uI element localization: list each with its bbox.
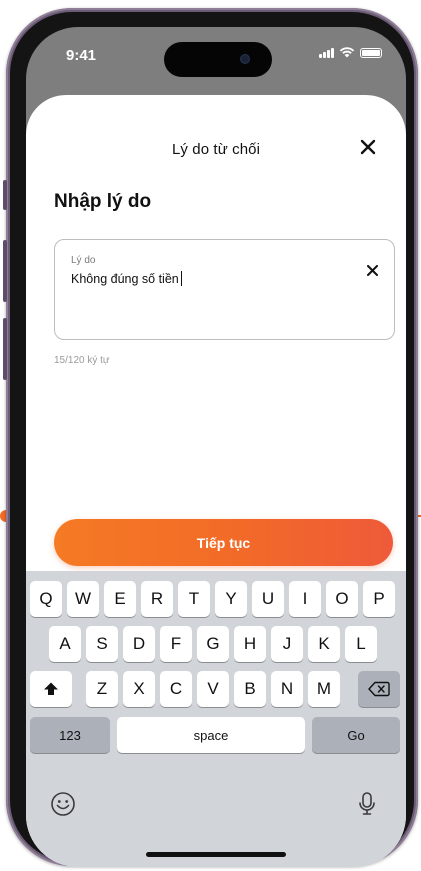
emoji-button[interactable] xyxy=(48,789,78,819)
screen: 9:41 Lý do từ chối Nhập lý do Lý do Khôn… xyxy=(26,27,406,867)
key-t[interactable]: T xyxy=(178,581,210,617)
backspace-key[interactable] xyxy=(358,671,400,707)
sheet-title: Lý do từ chối xyxy=(171,141,261,158)
key-i[interactable]: I xyxy=(289,581,321,617)
backspace-icon xyxy=(368,681,390,697)
key-b[interactable]: B xyxy=(234,671,266,707)
key-x[interactable]: X xyxy=(123,671,155,707)
home-indicator[interactable] xyxy=(146,852,286,857)
reason-input[interactable]: Lý do Không đúng số tiền xyxy=(54,239,395,340)
clear-input-button[interactable] xyxy=(364,262,380,278)
close-icon xyxy=(360,139,376,155)
reason-input-label: Lý do xyxy=(71,255,96,266)
side-button-silent xyxy=(3,180,7,210)
keyboard: Q W E R T Y U I O P A S D F G H J K L Z … xyxy=(26,571,406,867)
emoji-icon xyxy=(51,792,75,816)
key-p[interactable]: P xyxy=(363,581,395,617)
wifi-icon xyxy=(339,47,355,58)
space-key[interactable]: space xyxy=(117,717,305,753)
key-e[interactable]: E xyxy=(104,581,136,617)
side-button-volume-up xyxy=(3,240,7,302)
key-j[interactable]: J xyxy=(271,626,303,662)
key-h[interactable]: H xyxy=(234,626,266,662)
key-z[interactable]: Z xyxy=(86,671,118,707)
go-key[interactable]: Go xyxy=(312,717,400,753)
key-y[interactable]: Y xyxy=(215,581,247,617)
key-n[interactable]: N xyxy=(271,671,303,707)
shift-icon xyxy=(44,682,58,695)
character-counter: 15/120 ký tự xyxy=(54,355,110,366)
phone-frame: 9:41 Lý do từ chối Nhập lý do Lý do Khôn… xyxy=(3,8,418,867)
dictation-button[interactable] xyxy=(352,789,382,819)
key-g[interactable]: G xyxy=(197,626,229,662)
signal-icon xyxy=(319,47,334,58)
reason-input-value[interactable]: Không đúng số tiền xyxy=(71,272,179,286)
key-k[interactable]: K xyxy=(308,626,340,662)
key-c[interactable]: C xyxy=(160,671,192,707)
status-icons xyxy=(319,47,382,58)
key-l[interactable]: L xyxy=(345,626,377,662)
key-v[interactable]: V xyxy=(197,671,229,707)
numbers-key[interactable]: 123 xyxy=(30,717,110,753)
microphone-icon xyxy=(359,792,375,815)
key-u[interactable]: U xyxy=(252,581,284,617)
camera-icon xyxy=(240,54,250,64)
shift-key[interactable] xyxy=(30,671,72,707)
key-r[interactable]: R xyxy=(141,581,173,617)
key-w[interactable]: W xyxy=(67,581,99,617)
dynamic-island xyxy=(164,42,272,77)
close-button[interactable] xyxy=(356,135,380,159)
side-button-volume-down xyxy=(3,318,7,380)
continue-button-label: Tiếp tục xyxy=(196,534,251,551)
key-s[interactable]: S xyxy=(86,626,118,662)
key-q[interactable]: Q xyxy=(30,581,62,617)
reason-input-value-row: Không đúng số tiền xyxy=(71,271,182,286)
key-m[interactable]: M xyxy=(308,671,340,707)
battery-icon xyxy=(360,48,382,58)
key-d[interactable]: D xyxy=(123,626,155,662)
key-o[interactable]: O xyxy=(326,581,358,617)
continue-button[interactable]: Tiếp tục xyxy=(54,519,393,566)
key-f[interactable]: F xyxy=(160,626,192,662)
text-cursor xyxy=(180,271,182,286)
page-heading: Nhập lý do xyxy=(54,191,152,212)
clear-icon xyxy=(366,264,378,276)
key-a[interactable]: A xyxy=(49,626,81,662)
status-bar: 9:41 xyxy=(26,27,406,77)
status-time: 9:41 xyxy=(66,47,97,64)
